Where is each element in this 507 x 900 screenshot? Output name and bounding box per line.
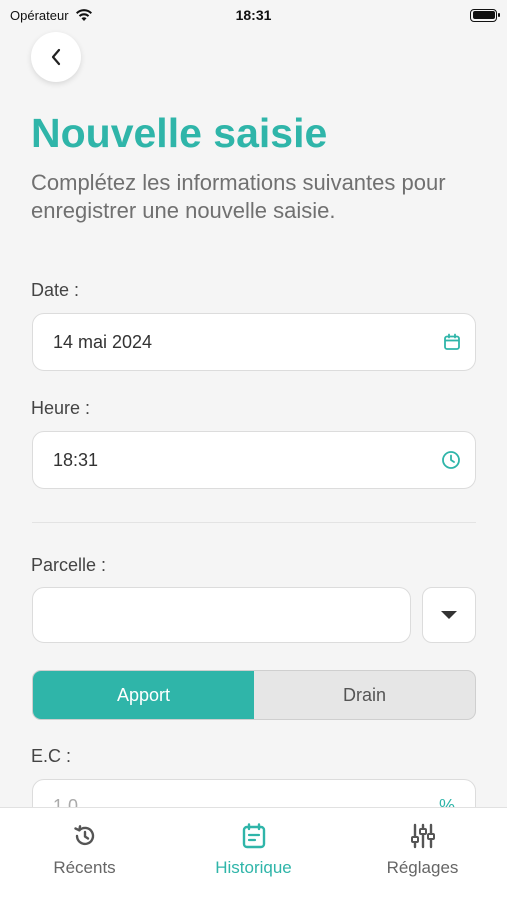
tab-bar: Récents Historique Réglages [0,807,507,900]
back-button[interactable] [31,32,81,82]
status-left: Opérateur [10,8,93,23]
caret-down-icon [441,611,457,619]
time-label: Heure : [31,398,91,418]
clock-icon [442,451,460,469]
time-value: 18:31 [53,449,99,470]
list-calendar-icon [242,823,265,849]
tab-historique-label: Historique [215,858,292,877]
date-value: 14 mai 2024 [53,331,153,352]
segment-drain[interactable]: Drain [254,671,475,719]
time-field[interactable]: 18:31 [32,431,476,489]
battery-icon [470,8,500,22]
tab-recents-label: Récents [53,858,116,877]
section-divider [32,522,476,523]
carrier-name: Opérateur [10,7,69,23]
status-time: 18:31 [235,7,272,23]
page-title: Nouvelle saisie [31,110,328,156]
history-icon [73,825,94,846]
ec-label: E.C : [31,746,72,766]
parcel-input[interactable] [32,587,411,643]
tab-reglages-label: Réglages [386,858,459,877]
parcel-dropdown-button[interactable] [422,587,476,643]
chevron-left-icon [51,48,61,66]
page-subtitle: Complétez les informations suivantes pou… [31,170,446,223]
tab-historique[interactable]: Historique [179,822,329,900]
tab-recents[interactable]: Récents [10,822,160,900]
segment-apport[interactable]: Apport [33,671,254,719]
parcel-label: Parcelle : [31,555,107,575]
tab-reglages[interactable]: Réglages [348,822,498,900]
type-segmented-control: Apport Drain [32,670,476,720]
sliders-icon [410,823,435,849]
calendar-icon [444,333,460,350]
wifi-icon [75,9,92,21]
date-label: Date : [31,280,80,300]
date-field[interactable]: 14 mai 2024 [32,313,476,371]
status-bar: Opérateur 18:31 [0,0,507,30]
